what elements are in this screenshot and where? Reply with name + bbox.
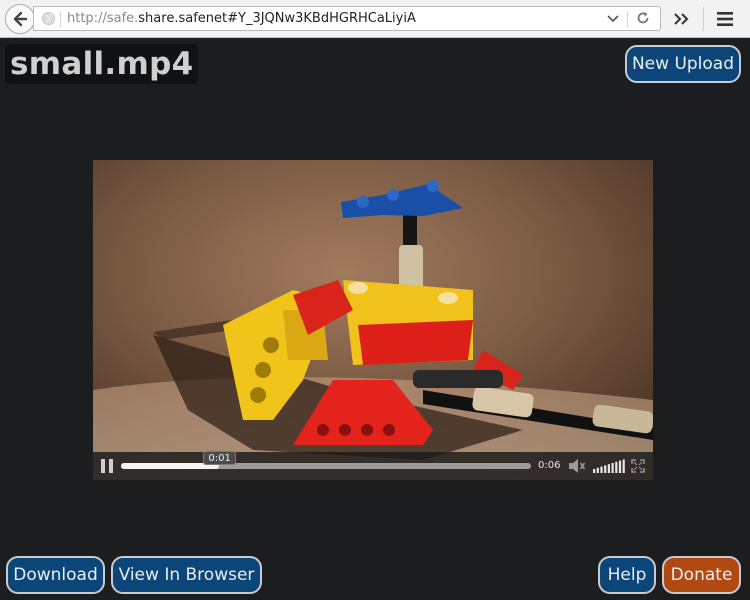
- pause-icon[interactable]: [101, 459, 113, 473]
- browser-toolbar: http://safe.share.safenet#Y_3JQNw3KBdHGR…: [0, 0, 750, 38]
- download-button[interactable]: Download: [6, 556, 105, 594]
- chevron-down-icon[interactable]: [606, 11, 620, 25]
- current-time-tooltip: 0:01: [203, 451, 236, 465]
- fullscreen-icon[interactable]: [631, 459, 645, 473]
- toolbar-separator: [703, 7, 704, 31]
- back-arrow-icon: [13, 11, 28, 27]
- volume-bar: [596, 467, 599, 473]
- volume-bar: [611, 463, 614, 473]
- url-path: #Y_3JQNw3KBdHGRHCaLiyiA: [227, 11, 416, 26]
- video-player[interactable]: 0:01 0:06: [93, 160, 653, 480]
- volume-bar: [618, 460, 622, 473]
- video-frame: [93, 160, 653, 480]
- url-separator-2: [627, 11, 628, 27]
- file-title: small.mp4: [5, 44, 199, 84]
- volume-bar: [622, 459, 625, 473]
- view-in-browser-button[interactable]: View In Browser: [111, 556, 262, 594]
- back-button[interactable]: [5, 4, 35, 34]
- volume-icon[interactable]: [568, 458, 586, 474]
- page-content: small.mp4 New Upload 0:01 0:06 Download …: [0, 39, 750, 600]
- volume-bar: [607, 464, 610, 473]
- volume-slider[interactable]: [593, 459, 627, 473]
- volume-bar: [593, 469, 596, 473]
- volume-bar: [604, 465, 607, 473]
- duration-label: 0:06: [538, 460, 561, 471]
- url-scheme: http://safe.: [67, 11, 139, 26]
- url-text[interactable]: http://safe.share.safenet#Y_3JQNw3KBdHGR…: [67, 11, 416, 26]
- seek-bar[interactable]: 0:01: [121, 451, 531, 469]
- overflow-chevrons-icon[interactable]: [672, 10, 690, 28]
- help-button[interactable]: Help: [598, 556, 656, 594]
- volume-bar: [615, 461, 618, 473]
- url-host: share.safenet: [138, 11, 228, 26]
- video-controls: 0:01 0:06: [93, 451, 653, 480]
- url-separator: [60, 11, 61, 27]
- globe-icon: [42, 12, 55, 25]
- url-bar[interactable]: http://safe.share.safenet#Y_3JQNw3KBdHGR…: [33, 6, 661, 31]
- hamburger-menu-icon[interactable]: [716, 11, 734, 27]
- donate-button[interactable]: Donate: [662, 556, 741, 594]
- volume-bar: [600, 466, 603, 473]
- reload-icon[interactable]: [636, 11, 650, 25]
- new-upload-button[interactable]: New Upload: [625, 45, 741, 83]
